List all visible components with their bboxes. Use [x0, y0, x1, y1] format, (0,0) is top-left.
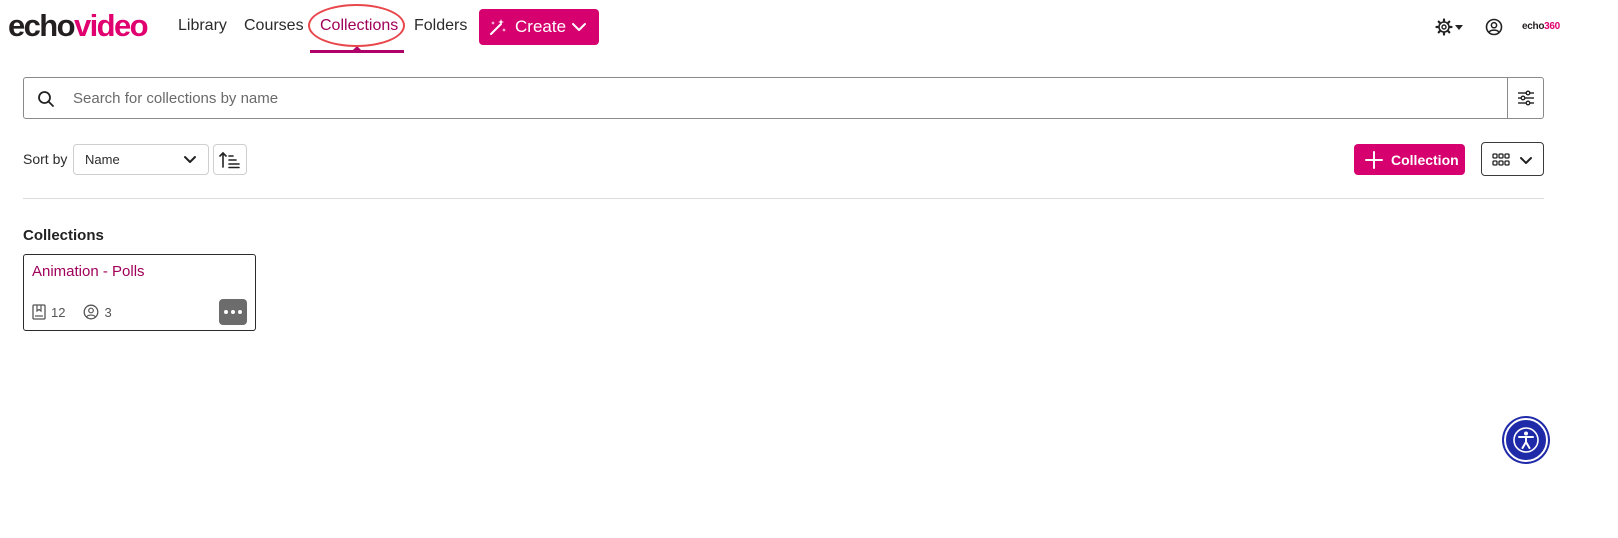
- sort-direction-icon: [219, 151, 240, 168]
- member-count-value: 3: [104, 304, 112, 320]
- collection-meta: 12 3: [32, 304, 130, 320]
- nav-active-caret: [352, 46, 362, 51]
- top-header: echovideo Library Courses Collections Fo…: [0, 0, 1618, 56]
- chevron-down-icon: [572, 23, 586, 31]
- magic-wand-icon: [490, 19, 506, 35]
- sort-by-label: Sort by: [23, 151, 68, 167]
- echovideo-logo[interactable]: echovideo: [8, 7, 149, 45]
- echo360-logo: echo360: [1522, 21, 1560, 32]
- sort-direction-button[interactable]: [213, 144, 247, 175]
- settings-menu-button[interactable]: [1435, 18, 1465, 41]
- sort-select[interactable]: Name: [73, 144, 209, 175]
- more-options-button[interactable]: [219, 299, 247, 325]
- grid-view-icon: [1492, 153, 1510, 166]
- filter-icon: [1517, 90, 1534, 106]
- member-count: 3: [83, 304, 112, 320]
- collection-title[interactable]: Animation - Polls: [32, 263, 145, 280]
- accessibility-button[interactable]: [1504, 418, 1548, 462]
- chevron-down-icon: [184, 156, 196, 163]
- section-divider: [23, 198, 1544, 199]
- nav-courses[interactable]: Courses: [244, 16, 304, 36]
- search-input[interactable]: [73, 79, 1493, 117]
- filter-button[interactable]: [1507, 78, 1543, 118]
- nav-collections[interactable]: Collections: [320, 16, 398, 36]
- create-button[interactable]: Create: [479, 9, 599, 45]
- media-count: 12: [32, 304, 65, 320]
- media-icon: [32, 304, 46, 320]
- user-account-icon: [1485, 18, 1503, 36]
- media-count-value: 12: [51, 304, 66, 320]
- search-bar: [23, 77, 1544, 119]
- accessibility-icon: [1513, 427, 1539, 453]
- nav-folders[interactable]: Folders: [414, 16, 467, 36]
- chevron-down-icon: [1520, 157, 1532, 164]
- create-button-label: Create: [515, 17, 567, 36]
- add-collection-label: Collection: [1391, 152, 1459, 168]
- collections-section-title: Collections: [23, 227, 104, 244]
- add-collection-button[interactable]: Collection: [1354, 144, 1465, 175]
- members-icon: [84, 304, 99, 320]
- sort-selected-value: Name: [85, 152, 120, 167]
- user-account-button[interactable]: [1485, 18, 1503, 41]
- plus-icon: [1365, 151, 1383, 169]
- collection-card[interactable]: Animation - Polls 12 3: [23, 254, 256, 331]
- settings-icon: [1435, 18, 1463, 36]
- nav-library[interactable]: Library: [178, 16, 227, 36]
- more-options-icon: [223, 310, 244, 314]
- search-icon: [38, 91, 54, 107]
- view-mode-toggle[interactable]: [1481, 142, 1544, 176]
